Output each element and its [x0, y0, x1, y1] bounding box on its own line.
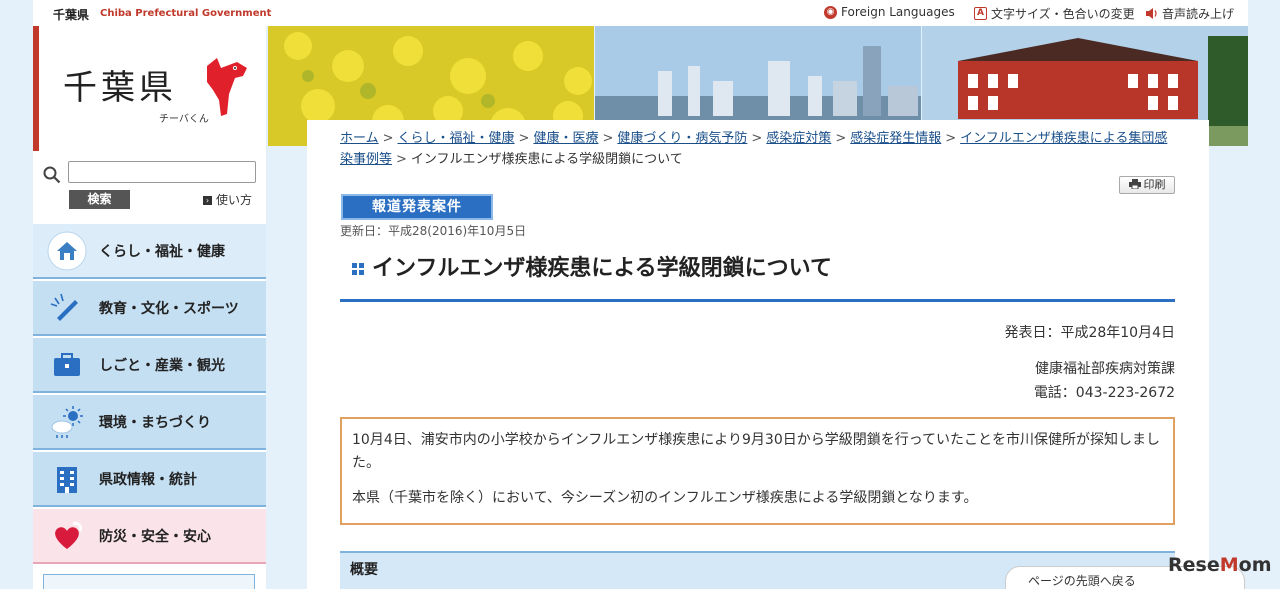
mascot-caption: チーバくん [159, 114, 209, 125]
breadcrumb-link-home[interactable]: ホーム [340, 131, 379, 146]
briefcase-icon [47, 345, 87, 385]
breadcrumb-separator: > [602, 131, 614, 146]
print-button[interactable]: 印刷 [1119, 176, 1175, 194]
breadcrumb-separator: > [518, 131, 530, 146]
house-icon [47, 231, 87, 271]
page-title: インフルエンザ様疾患による学級閉鎖について [340, 254, 1175, 302]
nav-item-disaster-safety[interactable]: 防災・安全・安心 [33, 509, 266, 564]
updated-date: 更新日：平成28(2016)年10月5日 [340, 224, 527, 238]
site-name-en[interactable]: Chiba Prefectural Government [100, 8, 271, 19]
sidebar-box-partial [43, 574, 255, 589]
font-size-color-link[interactable]: A 文字サイズ・色合いの変更 [974, 5, 1135, 22]
notice-paragraph-2: 本県（千葉市を除く）において、今シーズン初のインフルエンザ様疾患による学級閉鎖と… [352, 490, 978, 506]
phone: 電話：043-223-2672 [1033, 385, 1175, 401]
breadcrumb: ホーム > くらし・福祉・健康 > 健康・医療 > 健康づくり・病気予防 > 感染症対策 > 感染症… [340, 128, 1175, 170]
breadcrumb-link-living[interactable]: くらし・福祉・健康 [398, 131, 515, 146]
breadcrumb-current: インフルエンザ様疾患による学級閉鎖について [410, 152, 683, 167]
site-name[interactable]: 千葉県 [53, 6, 89, 23]
nav-item-label: 県政情報・統計 [99, 471, 197, 488]
breadcrumb-link-health-medical[interactable]: 健康・医療 [533, 131, 598, 146]
notice-box: 10月4日、浦安市内の小学校からインフルエンザ様疾患により9月30日から学級閉鎖… [340, 417, 1175, 525]
search-button[interactable]: 検索 [69, 190, 130, 209]
search-howto-link[interactable]: 使い方 [203, 191, 252, 208]
nav-item-environment[interactable]: 環境・まちづくり [33, 395, 266, 450]
breadcrumb-link-infection-control[interactable]: 感染症対策 [766, 131, 831, 146]
press-release-tag: 報道発表案件 [341, 194, 493, 220]
main-content: ホーム > くらし・福祉・健康 > 健康・医療 > 健康づくり・病気予防 > 感染症対策 > 感染症… [307, 120, 1209, 589]
nav-item-label: 環境・まちづくり [99, 414, 211, 431]
nav-item-education[interactable]: 教育・文化・スポーツ [33, 281, 266, 336]
pen-icon [47, 288, 87, 328]
breadcrumb-link-prevention[interactable]: 健康づくり・病気予防 [617, 131, 747, 146]
notice-paragraph-1: 10月4日、浦安市内の小学校からインフルエンザ様疾患により9月30日から学級閉鎖… [352, 432, 1161, 471]
nav-item-label: 防災・安全・安心 [99, 528, 211, 545]
foreign-languages-link[interactable]: ◉ Foreign Languages [824, 5, 955, 19]
breadcrumb-separator: > [835, 131, 847, 146]
breadcrumb-separator: > [382, 131, 394, 146]
read-aloud-link[interactable]: 音声読み上げ [1145, 5, 1234, 22]
weather-icon [47, 402, 87, 442]
breadcrumb-separator: > [945, 131, 957, 146]
nav-item-living[interactable]: くらし・福祉・健康 [33, 224, 266, 279]
breadcrumb-separator: > [396, 152, 407, 167]
department: 健康福祉部疾病対策課 [1035, 361, 1175, 377]
nav-item-work[interactable]: しごと・産業・観光 [33, 338, 266, 393]
breadcrumb-link-outbreak-info[interactable]: 感染症発生情報 [850, 131, 941, 146]
top-bar: 千葉県 Chiba Prefectural Government ◉ Forei… [33, 0, 1248, 26]
speaker-icon [1146, 8, 1157, 19]
breadcrumb-separator: > [751, 131, 763, 146]
logo-title: 千葉県 [63, 68, 177, 108]
resemom-watermark: ReseMom [1168, 554, 1272, 576]
printer-icon [1128, 179, 1141, 190]
nav-item-label: くらし・福祉・健康 [99, 243, 225, 260]
logo[interactable]: 千葉県 チーバくん [33, 26, 266, 151]
nav-item-label: しごと・産業・観光 [99, 357, 225, 374]
nav-item-label: 教育・文化・スポーツ [99, 300, 239, 317]
release-date: 発表日：平成28年10月4日 [1004, 325, 1175, 341]
search-icon [43, 166, 61, 184]
font-size-icon: A [974, 7, 987, 20]
search-input[interactable] [68, 161, 256, 183]
title-bullet-icon [352, 263, 364, 275]
nav-item-prefecture-info[interactable]: 県政情報・統計 [33, 452, 266, 507]
building-icon [47, 459, 87, 499]
heart-icon [47, 516, 87, 556]
globe-icon: ◉ [824, 5, 837, 19]
sidebar: 千葉県 チーバくん 検索 使い方 くらし・福祉・健康 教育・文化・スポーツ しご… [33, 26, 266, 589]
